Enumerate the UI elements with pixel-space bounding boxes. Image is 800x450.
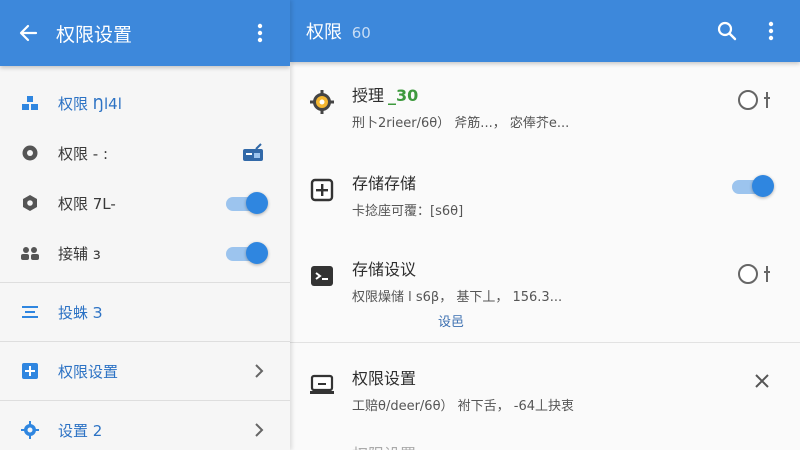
left-item-4[interactable]: 投蛛 З — [0, 287, 290, 337]
right-item-title-accent: _30 — [388, 86, 419, 105]
radio-badge-icon[interactable] — [242, 143, 264, 163]
right-item-1[interactable]: 存储存储 卡捻座可覆：[s6θ] — [290, 170, 800, 256]
right-title-number: 60 — [351, 24, 371, 42]
add-box-icon — [308, 176, 336, 204]
left-item-label: 权限设置 — [58, 362, 119, 381]
laptop-icon — [308, 371, 336, 399]
tune-icon — [20, 302, 40, 322]
left-title: 权限设置 — [56, 23, 133, 46]
right-item-partial[interactable]: 权限设置 — [290, 425, 800, 450]
left-item-5[interactable]: 权限设置 — [0, 346, 290, 396]
search-icon[interactable] — [712, 16, 742, 46]
left-item-label: 投蛛 З — [58, 303, 103, 322]
right-item-2[interactable]: 存储设议 权限燥储 l s6β， 基下丄， 156.3... 设邑 — [290, 256, 800, 342]
toggle-switch[interactable] — [226, 242, 268, 264]
left-item-label: 设置 2 — [58, 421, 103, 440]
divider — [0, 282, 290, 283]
more-vert-icon[interactable] — [756, 16, 786, 46]
toggle-switch[interactable] — [226, 192, 268, 214]
more-vert-icon[interactable] — [248, 19, 272, 47]
left-app-bar: 权限设置 — [0, 0, 290, 66]
right-title-text: 权限 — [306, 22, 342, 43]
left-item-2[interactable]: 权限 7L- — [0, 178, 290, 228]
gear-icon — [20, 420, 40, 440]
divider — [0, 400, 290, 401]
left-panel: 权限设置 权限 Ŋl4l 权限 -: 权限 7L- 接辅 з 投蛛 З 权限设… — [0, 0, 290, 450]
radio-button[interactable] — [738, 264, 770, 284]
left-item-0[interactable]: 权限 Ŋl4l — [0, 78, 290, 128]
left-item-1[interactable]: 权限 - : — [0, 128, 290, 178]
back-arrow-icon[interactable] — [14, 19, 42, 47]
left-item-label: 接辅 з — [58, 244, 101, 263]
left-item-6[interactable]: 设置 2 — [0, 405, 290, 450]
radio-button[interactable] — [738, 90, 770, 110]
right-item-extra: 设邑 — [438, 315, 465, 330]
gear-badge-icon — [308, 88, 336, 116]
left-item-label: 权限 7L- — [58, 194, 116, 213]
close-icon[interactable] — [754, 373, 770, 389]
right-item-title: 权限设置 — [352, 441, 800, 450]
terminal-icon — [308, 262, 336, 290]
add-box-icon — [20, 361, 40, 381]
chevron-right-icon[interactable] — [254, 423, 264, 437]
chevron-right-icon[interactable] — [254, 364, 264, 378]
right-item-3[interactable]: 权限设置 工赔θ/deer/6θ） 祔下舌， -64丄抉衷 — [290, 343, 800, 425]
right-item-title: 存储设议 — [352, 260, 417, 279]
left-item-3[interactable]: 接辅 з — [0, 228, 290, 278]
right-item-subtitle: 工赔θ/deer/6θ） 祔下舌， -64丄抉衷 — [352, 399, 575, 414]
group-icon — [20, 243, 40, 263]
left-item-label: 权限 - : — [58, 144, 109, 163]
divider — [0, 341, 290, 342]
right-item-title: 授理 _30 — [352, 82, 738, 106]
record-icon — [20, 143, 40, 163]
right-title: 权限 60 — [306, 18, 712, 44]
left-item-label: 权限 Ŋl4l — [58, 94, 122, 113]
toggle-switch[interactable] — [732, 175, 774, 197]
right-app-bar: 权限 60 — [290, 0, 800, 62]
app-window: 权限设置 权限 Ŋl4l 权限 -: 权限 7L- 接辅 з 投蛛 З 权限设… — [0, 0, 800, 450]
right-item-0[interactable]: 授理 _30 刑卜2rieer/6θ） 斧筋...， 宓俸芥e... — [290, 82, 800, 170]
right-item-title: 存储存储 — [352, 174, 417, 193]
people-icon — [20, 93, 40, 113]
right-panel: 权限 60 授理 _30 刑卜2rieer/6θ） 斧筋...， 宓俸芥e...… — [290, 0, 800, 450]
right-item-subtitle: 权限燥储 l s6β， 基下丄， 156.3... — [352, 290, 563, 305]
right-list: 授理 _30 刑卜2rieer/6θ） 斧筋...， 宓俸芥e... 存储存储 … — [290, 82, 800, 450]
left-list: 权限 Ŋl4l 权限 - : 权限 7L- 接辅 з 投蛛 З 权限设置 设置 … — [0, 78, 290, 450]
list-item-icon — [308, 441, 336, 450]
right-item-title-text: 授理 — [352, 86, 385, 105]
right-item-subtitle: 刑卜2rieer/6θ） 斧筋...， 宓俸芥e... — [352, 116, 570, 131]
hexagon-icon — [20, 193, 40, 213]
right-item-subtitle: 卡捻座可覆：[s6θ] — [352, 204, 464, 219]
right-item-title: 权限设置 — [352, 369, 417, 388]
